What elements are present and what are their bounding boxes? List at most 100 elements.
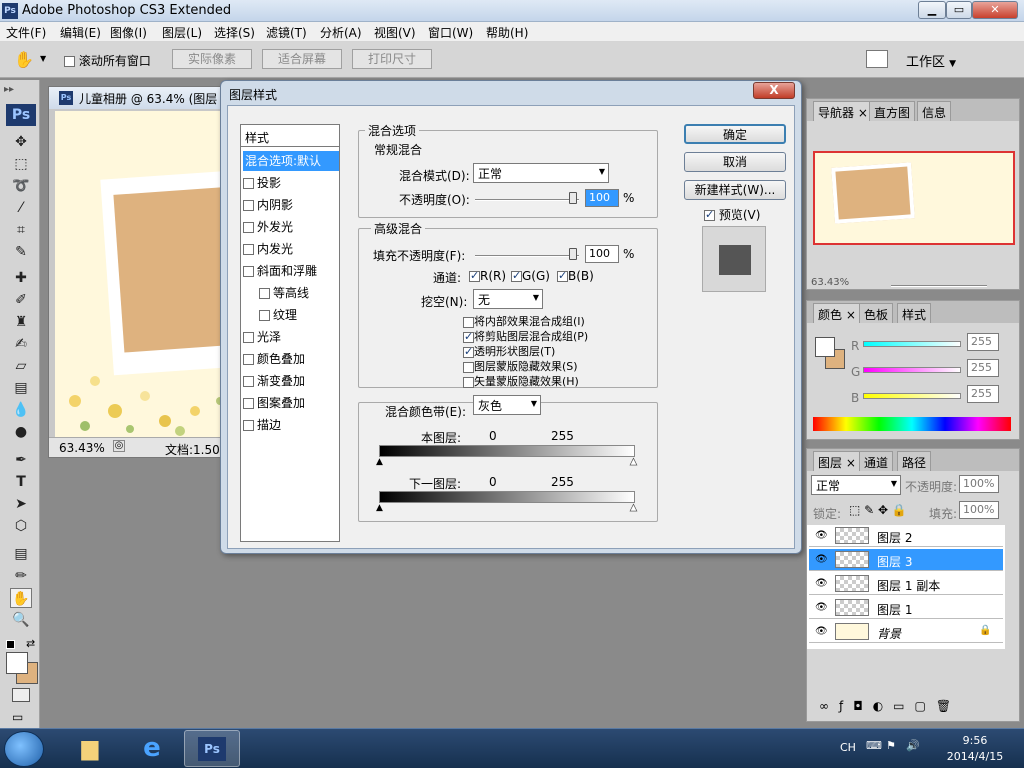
opacity-slider[interactable]: [475, 199, 579, 201]
fill-opacity-slider[interactable]: [475, 255, 579, 257]
navigator-zoom-slider[interactable]: [891, 285, 987, 287]
style-list-header[interactable]: 样式: [241, 125, 339, 147]
tab-histogram[interactable]: 直方图: [869, 101, 916, 121]
healing-brush-tool-icon[interactable]: ✚: [10, 268, 32, 288]
style-item[interactable]: 混合选项:默认: [243, 151, 339, 171]
magic-wand-tool-icon[interactable]: ⁄: [10, 198, 32, 218]
menu-help[interactable]: 帮助(H): [486, 24, 528, 41]
preview-checkbox[interactable]: 预览(V): [704, 206, 760, 223]
menu-file[interactable]: 文件(F): [6, 24, 46, 41]
tab-styles[interactable]: 样式: [897, 303, 932, 323]
style-item[interactable]: 描边: [243, 415, 339, 435]
advanced-option-checkbox[interactable]: 透明形状图层(T): [463, 343, 555, 359]
underlying-black-slider-icon[interactable]: ▲: [376, 503, 383, 513]
tab-channels[interactable]: 通道: [859, 451, 894, 471]
actual-pixels-button[interactable]: 实际像素: [172, 49, 252, 69]
shape-tool-icon[interactable]: ⬡: [10, 516, 32, 536]
opacity-slider-thumb[interactable]: [569, 192, 577, 204]
style-item[interactable]: 斜面和浮雕: [243, 261, 339, 281]
screen-mode-icon[interactable]: ▭: [12, 710, 23, 724]
checkbox-icon[interactable]: [243, 420, 254, 431]
eyedropper-tool-icon[interactable]: ✏: [10, 566, 32, 586]
minimize-button[interactable]: ▁: [918, 1, 946, 19]
zoom-tool-icon[interactable]: 🔍: [10, 610, 32, 630]
menu-analysis[interactable]: 分析(A): [320, 24, 362, 41]
color-r-input[interactable]: 255: [967, 333, 999, 351]
layer-blend-mode-select[interactable]: 正常: [811, 475, 901, 495]
tool-preset-chevron-down-icon[interactable]: ▼: [40, 54, 46, 63]
this-layer-black-slider-icon[interactable]: ▲: [376, 457, 383, 467]
quick-mask-icon[interactable]: [12, 688, 30, 702]
style-item[interactable]: 内阴影: [243, 195, 339, 215]
checkbox-icon[interactable]: [243, 178, 254, 189]
menu-select[interactable]: 选择(S): [214, 24, 255, 41]
tab-layers[interactable]: 图层 ×: [813, 451, 861, 471]
new-style-button[interactable]: 新建样式(W)...: [684, 180, 786, 200]
color-g-input[interactable]: 255: [967, 359, 999, 377]
visibility-eye-icon[interactable]: 👁: [815, 602, 828, 613]
marquee-tool-icon[interactable]: ⬚: [10, 154, 32, 174]
close-icon[interactable]: ×: [858, 106, 868, 120]
blend-mode-select[interactable]: 正常: [473, 163, 609, 183]
checkbox-icon[interactable]: [243, 354, 254, 365]
layer-row[interactable]: 👁 背景 🔒: [809, 621, 1003, 643]
checkbox-icon[interactable]: [243, 222, 254, 233]
visibility-eye-icon[interactable]: 👁: [815, 578, 828, 589]
menu-window[interactable]: 窗口(W): [428, 24, 473, 41]
visibility-eye-icon[interactable]: 👁: [815, 530, 828, 541]
language-indicator[interactable]: CH: [840, 741, 856, 754]
visibility-eye-icon[interactable]: 👁: [815, 554, 828, 565]
advanced-option-checkbox[interactable]: 矢量蒙版隐藏效果(H): [463, 373, 579, 389]
style-item[interactable]: 外发光: [243, 217, 339, 237]
style-item[interactable]: 渐变叠加: [243, 371, 339, 391]
close-icon[interactable]: ×: [846, 308, 856, 322]
checkbox-icon[interactable]: [243, 200, 254, 211]
color-b-input[interactable]: 255: [967, 385, 999, 403]
layer-opacity-input[interactable]: 100%: [959, 475, 999, 493]
fill-opacity-slider-thumb[interactable]: [569, 248, 577, 260]
move-tool-icon[interactable]: ✥: [10, 132, 32, 152]
channel-r-checkbox[interactable]: R(R): [469, 269, 506, 283]
fill-opacity-input[interactable]: 100: [585, 245, 619, 263]
style-item[interactable]: 图案叠加: [243, 393, 339, 413]
start-button[interactable]: [4, 731, 44, 767]
channel-b-checkbox[interactable]: B(B): [557, 269, 594, 283]
opacity-input[interactable]: 100: [585, 189, 619, 207]
channel-g-checkbox[interactable]: G(G): [511, 269, 550, 283]
swap-colors-icon[interactable]: ⇄: [26, 637, 35, 650]
history-brush-tool-icon[interactable]: ✍: [10, 334, 32, 354]
photoshop-taskbar-button[interactable]: Ps: [184, 730, 240, 767]
underlying-white-slider-icon[interactable]: ▲: [630, 503, 638, 514]
layer-row[interactable]: 👁 图层 1: [809, 597, 1003, 619]
default-colors-icon[interactable]: [6, 640, 15, 649]
menu-image[interactable]: 图像(I): [110, 24, 147, 41]
collapse-tools-icon[interactable]: ▸▸: [4, 84, 14, 95]
checkbox-icon[interactable]: [259, 288, 270, 299]
tab-info[interactable]: 信息: [917, 101, 952, 121]
flag-icon[interactable]: ⚑: [886, 739, 896, 752]
layer-footer-icons[interactable]: ∞ƒ◘◐▭▢🗑: [819, 699, 961, 713]
tab-color[interactable]: 颜色 ×: [813, 303, 861, 323]
blur-tool-icon[interactable]: 💧: [10, 400, 32, 420]
lasso-tool-icon[interactable]: ➰: [10, 176, 32, 196]
type-tool-icon[interactable]: T: [10, 472, 32, 492]
document-canvas[interactable]: [55, 111, 244, 437]
volume-icon[interactable]: 🔊: [906, 739, 920, 752]
document-tab[interactable]: Ps 儿童相册 @ 63.4% (图层: [49, 87, 239, 109]
style-item[interactable]: 纹理: [259, 305, 355, 325]
style-item[interactable]: 投影: [243, 173, 339, 193]
bridge-icon[interactable]: [866, 50, 888, 68]
layer-row[interactable]: 👁 图层 2: [809, 525, 1003, 547]
pen-tool-icon[interactable]: ✒: [10, 450, 32, 470]
path-selection-tool-icon[interactable]: ➤: [10, 494, 32, 514]
navigator-preview[interactable]: [813, 151, 1015, 245]
clock[interactable]: 9:56 2014/4/15: [928, 733, 1022, 765]
checkbox-icon[interactable]: [243, 376, 254, 387]
tab-swatches[interactable]: 色板: [859, 303, 894, 323]
this-layer-white-slider-icon[interactable]: ▲: [630, 457, 638, 468]
style-item[interactable]: 颜色叠加: [243, 349, 339, 369]
menu-view[interactable]: 视图(V): [374, 24, 416, 41]
style-item[interactable]: 光泽: [243, 327, 339, 347]
internet-explorer-icon[interactable]: e: [124, 730, 180, 767]
visibility-eye-icon[interactable]: 👁: [815, 626, 828, 637]
